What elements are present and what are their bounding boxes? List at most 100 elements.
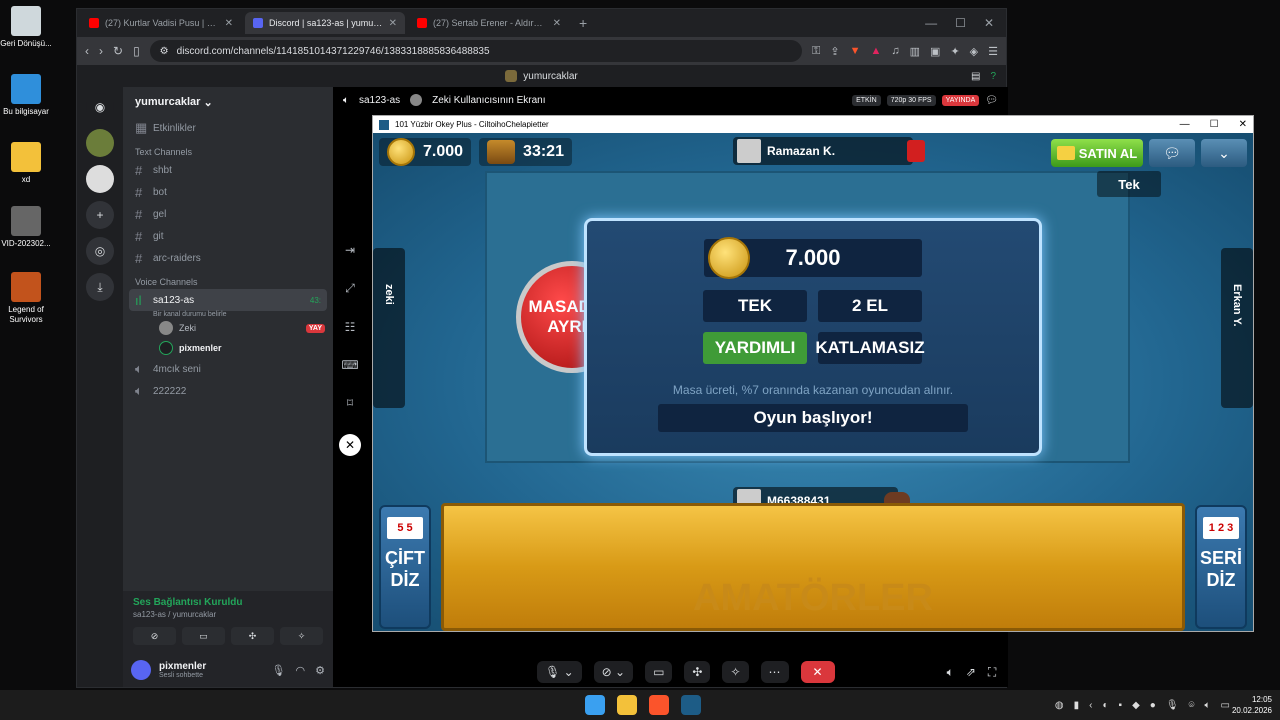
avatar[interactable] (131, 660, 151, 680)
server-other[interactable] (86, 165, 114, 193)
wallet-icon[interactable]: ▣ (930, 45, 940, 58)
desktop-icon-xd[interactable]: xd (0, 142, 52, 185)
activities-button[interactable]: ✣ (684, 661, 711, 683)
tray-icon[interactable]: ‹ (1089, 700, 1092, 711)
camera-off-icon[interactable]: ⊘ (133, 627, 176, 645)
headphones-icon[interactable]: ◠ (296, 664, 306, 677)
add-server-icon[interactable]: + (86, 201, 114, 229)
server-yumurcaklar[interactable] (86, 129, 114, 157)
minimize-icon[interactable]: — (1180, 119, 1190, 130)
forward-icon[interactable]: › (99, 44, 103, 58)
site-info-icon[interactable]: ⚙ (160, 46, 169, 57)
channel-bot[interactable]: # bot (123, 181, 333, 203)
pair-sort-button[interactable]: 5 5 ÇİFT DİZ (379, 505, 431, 629)
close-icon[interactable]: ✕ (389, 18, 397, 29)
chat-icon[interactable]: 💬︎ (985, 95, 998, 106)
desktop-icon-video[interactable]: VID-202302... (0, 206, 52, 249)
player-top[interactable]: Ramazan K. (733, 137, 925, 165)
close-icon[interactable]: ✕ (1239, 119, 1247, 130)
expand-icon[interactable]: ⤢ (345, 281, 355, 296)
text-category[interactable]: Text Channels (123, 139, 333, 159)
settings-icon[interactable]: ⚙ (315, 664, 325, 677)
close-icon[interactable]: ✕ (225, 18, 233, 29)
desktop-icon-recycle-bin[interactable]: Geri Dönüşü... (0, 6, 52, 49)
camera-button[interactable]: ⊘ ⌄ (593, 661, 634, 683)
volume-icon[interactable]: 🔈︎ (947, 665, 954, 680)
explore-icon[interactable]: ◎ (86, 237, 114, 265)
inbox-icon[interactable]: ▤ (971, 71, 980, 82)
brave-rewards-icon[interactable]: ▲ (870, 45, 881, 58)
tray-icon[interactable]: ▮ (1074, 700, 1080, 711)
events-item[interactable]: ▦ Etkinlikler (123, 117, 333, 139)
mic-icon[interactable]: 🎙︎ (1166, 700, 1179, 711)
soundboard-icon[interactable]: ✧ (280, 627, 323, 645)
tab-youtube-1[interactable]: (27) Kurtlar Vadisi Pusu | 152. Bölüm ✕ (81, 12, 241, 34)
tray-icon[interactable]: ● (1150, 700, 1156, 711)
network-icon[interactable]: ⌾ (1189, 700, 1195, 711)
sidebar-icon[interactable]: ▥ (910, 45, 920, 58)
desktop-icon-game[interactable]: Legend of Survivors (0, 272, 52, 325)
reload-icon[interactable]: ↻ (113, 44, 123, 58)
activities-icon[interactable]: ✣ (231, 627, 274, 645)
close-icon[interactable]: ✕ (984, 16, 994, 30)
channel-arc-raiders[interactable]: # arc-raiders (123, 247, 333, 269)
buy-button[interactable]: SATIN AL (1051, 139, 1143, 167)
vpn-icon[interactable]: ◈ (970, 45, 978, 58)
download-icon[interactable]: ⤓ (86, 273, 114, 301)
channel-gel[interactable]: # gel (123, 203, 333, 225)
screen-share-icon[interactable]: ▭ (182, 627, 225, 645)
series-sort-button[interactable]: 1 2 3 SERİ DİZ (1195, 505, 1247, 629)
sliders-icon[interactable]: ☷ (345, 320, 356, 334)
file-explorer-icon[interactable] (617, 695, 637, 715)
voice-status[interactable]: Bir kanal durumu belirle (123, 311, 333, 318)
tag-icon[interactable]: ⌑ (347, 396, 353, 410)
ai-icon[interactable]: ✦ (950, 45, 959, 58)
media-icon[interactable]: ♫ (891, 45, 899, 58)
tab-youtube-2[interactable]: (27) Sertab Erener - Aldırma Deli ✕ (409, 12, 569, 34)
tray-icon[interactable]: ◐ (1103, 700, 1109, 711)
maximize-icon[interactable]: ☐ (955, 16, 966, 30)
tray-icon[interactable]: ▪ (1119, 700, 1123, 711)
voice-user-zeki[interactable]: Zeki YAY (123, 318, 333, 338)
bookmark-icon[interactable]: ▯ (133, 44, 140, 58)
gift-icon[interactable] (907, 140, 925, 162)
soundboard-button[interactable]: ✧ (722, 661, 749, 683)
brave-icon[interactable] (649, 695, 669, 715)
game-taskbar-icon[interactable] (681, 695, 701, 715)
battery-icon[interactable]: ▭ (1221, 700, 1230, 711)
discord-home-icon[interactable]: ◉ (86, 93, 114, 121)
brave-shield-icon[interactable]: ▼ (850, 45, 861, 58)
start-icon[interactable] (585, 695, 605, 715)
more-button[interactable]: ⋯ (760, 661, 789, 683)
tile-rack[interactable]: AMATÖRLER (441, 503, 1185, 631)
voice-channel-222222[interactable]: 🔈︎ 222222 (123, 380, 333, 402)
url-field[interactable]: ⚙ discord.com/channels/11418510143712297… (149, 40, 802, 62)
volume-icon[interactable]: 🔈︎ (1205, 700, 1211, 711)
guild-header[interactable]: yumurcaklar ⌄ (123, 87, 333, 117)
player-left[interactable]: zeki (373, 248, 405, 408)
mic-icon[interactable]: 🎙︎ (272, 664, 286, 677)
menu-icon[interactable]: ☰ (988, 45, 998, 58)
key-icon[interactable]: ⚿ (812, 45, 820, 58)
maximize-icon[interactable]: ☐ (1210, 119, 1219, 130)
player-right[interactable]: Erkan Y. (1221, 248, 1253, 408)
voice-user-pixmenler[interactable]: pixmenler (123, 338, 333, 358)
tray-icon[interactable]: ◍ (1055, 700, 1064, 711)
connection-sub[interactable]: sa123-as / yumurcaklar (133, 610, 323, 619)
screen-share-button[interactable]: ▭ (645, 661, 673, 683)
help-icon[interactable]: ? (990, 71, 996, 82)
leave-call-button[interactable]: ✕ (800, 661, 835, 683)
tab-discord[interactable]: Discord | sa123-as | yumurcaklar ✕ (245, 12, 405, 34)
voice-channel-active[interactable]: ıl sa123-as 43: (129, 289, 327, 311)
popout-icon[interactable]: ⇗ (966, 665, 976, 679)
tray-icon[interactable]: ◆ (1132, 700, 1140, 711)
menu-button[interactable]: ⌄ (1201, 139, 1247, 167)
new-tab-button[interactable]: + (573, 15, 593, 31)
volume-mute-icon[interactable]: ✕ (339, 434, 361, 456)
close-icon[interactable]: ✕ (553, 18, 561, 29)
clock[interactable]: 12:05 20.02.2026 (1232, 694, 1272, 716)
mic-button[interactable]: 🎙︎ ⌄ (537, 661, 582, 683)
chat-button[interactable]: 💬︎ (1149, 139, 1195, 167)
desktop-icon-this-pc[interactable]: Bu bilgisayar (0, 74, 52, 117)
voice-category[interactable]: Voice Channels (123, 269, 333, 289)
